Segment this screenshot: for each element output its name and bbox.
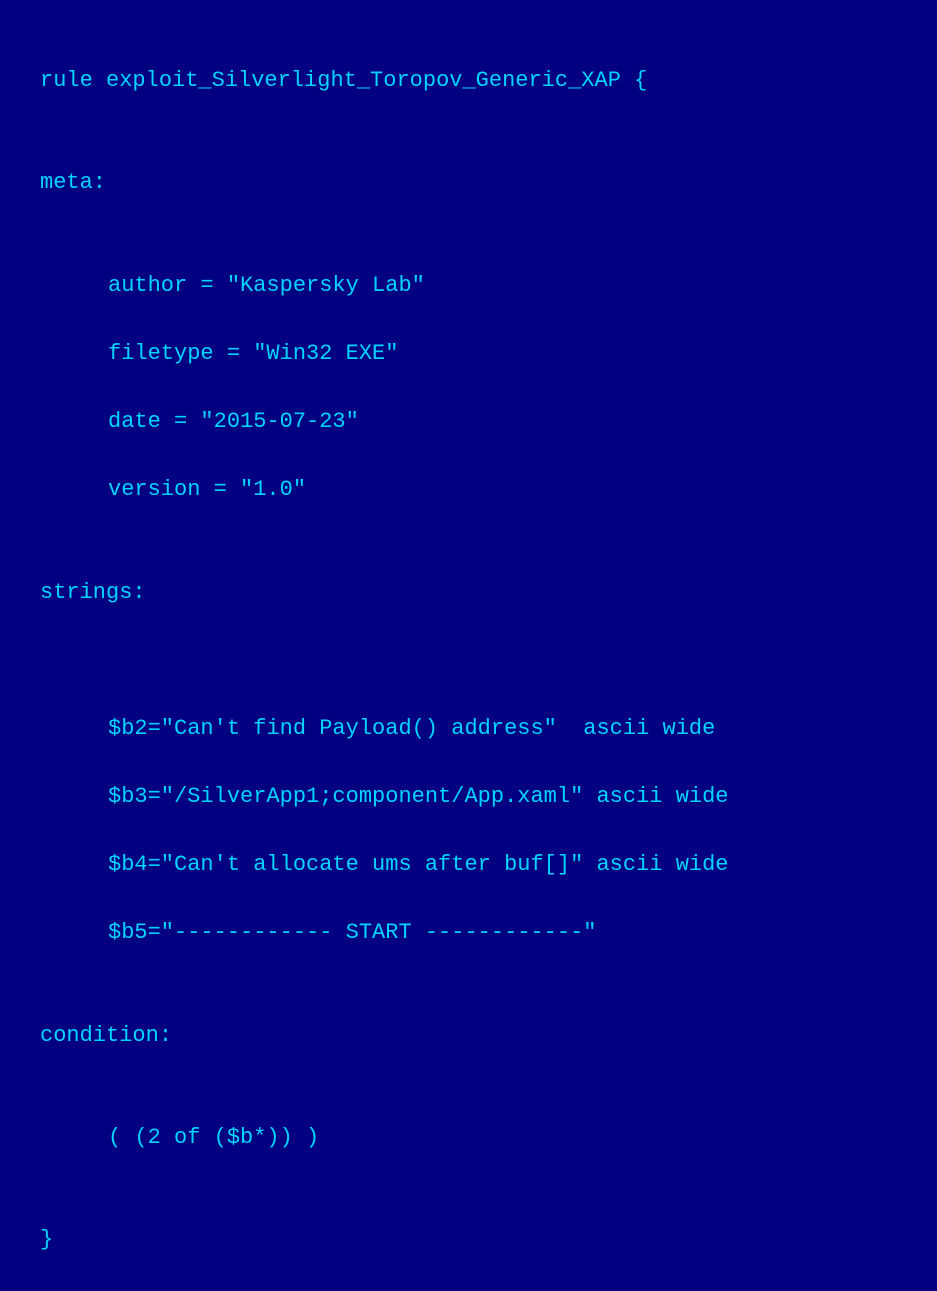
condition-section-header: condition: xyxy=(40,1019,897,1053)
string-b3: $b3="/SilverApp1;component/App.xaml" asc… xyxy=(40,780,897,814)
rule-close-brace: } xyxy=(40,1223,897,1257)
strings-section-header: strings: xyxy=(40,576,897,610)
meta-author: author = "Kaspersky Lab" xyxy=(40,269,897,303)
meta-version: version = "1.0" xyxy=(40,473,897,507)
string-b2: $b2="Can't find Payload() address" ascii… xyxy=(40,712,897,746)
yara-rule-code: rule exploit_Silverlight_Toropov_Generic… xyxy=(40,30,897,1291)
meta-date: date = "2015-07-23" xyxy=(40,405,897,439)
rule-declaration: rule exploit_Silverlight_Toropov_Generic… xyxy=(40,64,897,98)
condition-expression: ( (2 of ($b*)) ) xyxy=(40,1121,897,1155)
meta-filetype: filetype = "Win32 EXE" xyxy=(40,337,897,371)
string-b5: $b5="------------ START ------------" xyxy=(40,916,897,950)
string-b4: $b4="Can't allocate ums after buf[]" asc… xyxy=(40,848,897,882)
meta-section-header: meta: xyxy=(40,166,897,200)
